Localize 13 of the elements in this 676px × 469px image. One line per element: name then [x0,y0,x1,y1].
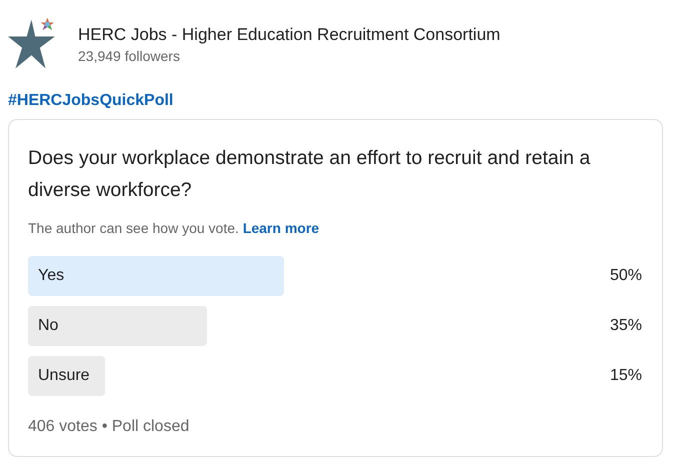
poll-status: 406 votes • Poll closed [28,418,190,436]
option-percent: 35% [610,317,642,335]
option-label: No [37,317,58,335]
hashtag-link[interactable]: #HERCJobsQuickPoll [8,92,174,110]
option-percent: 15% [610,367,642,385]
follower-count: 23,949 followers [78,48,181,64]
author-name[interactable]: HERC Jobs - Higher Education Recruitment Consortium [78,24,500,44]
poll-question: Does your workplace demonstrate an effort to recruit and retain a diverse workforce? [28,146,592,203]
option-label: Unsure [37,367,90,385]
option-percent: 50% [610,267,642,285]
vote-visibility-note: The author can see how you vote. Learn more [28,220,320,236]
learn-more-link[interactable]: Learn more [242,220,320,236]
option-label: Yes [37,267,64,285]
